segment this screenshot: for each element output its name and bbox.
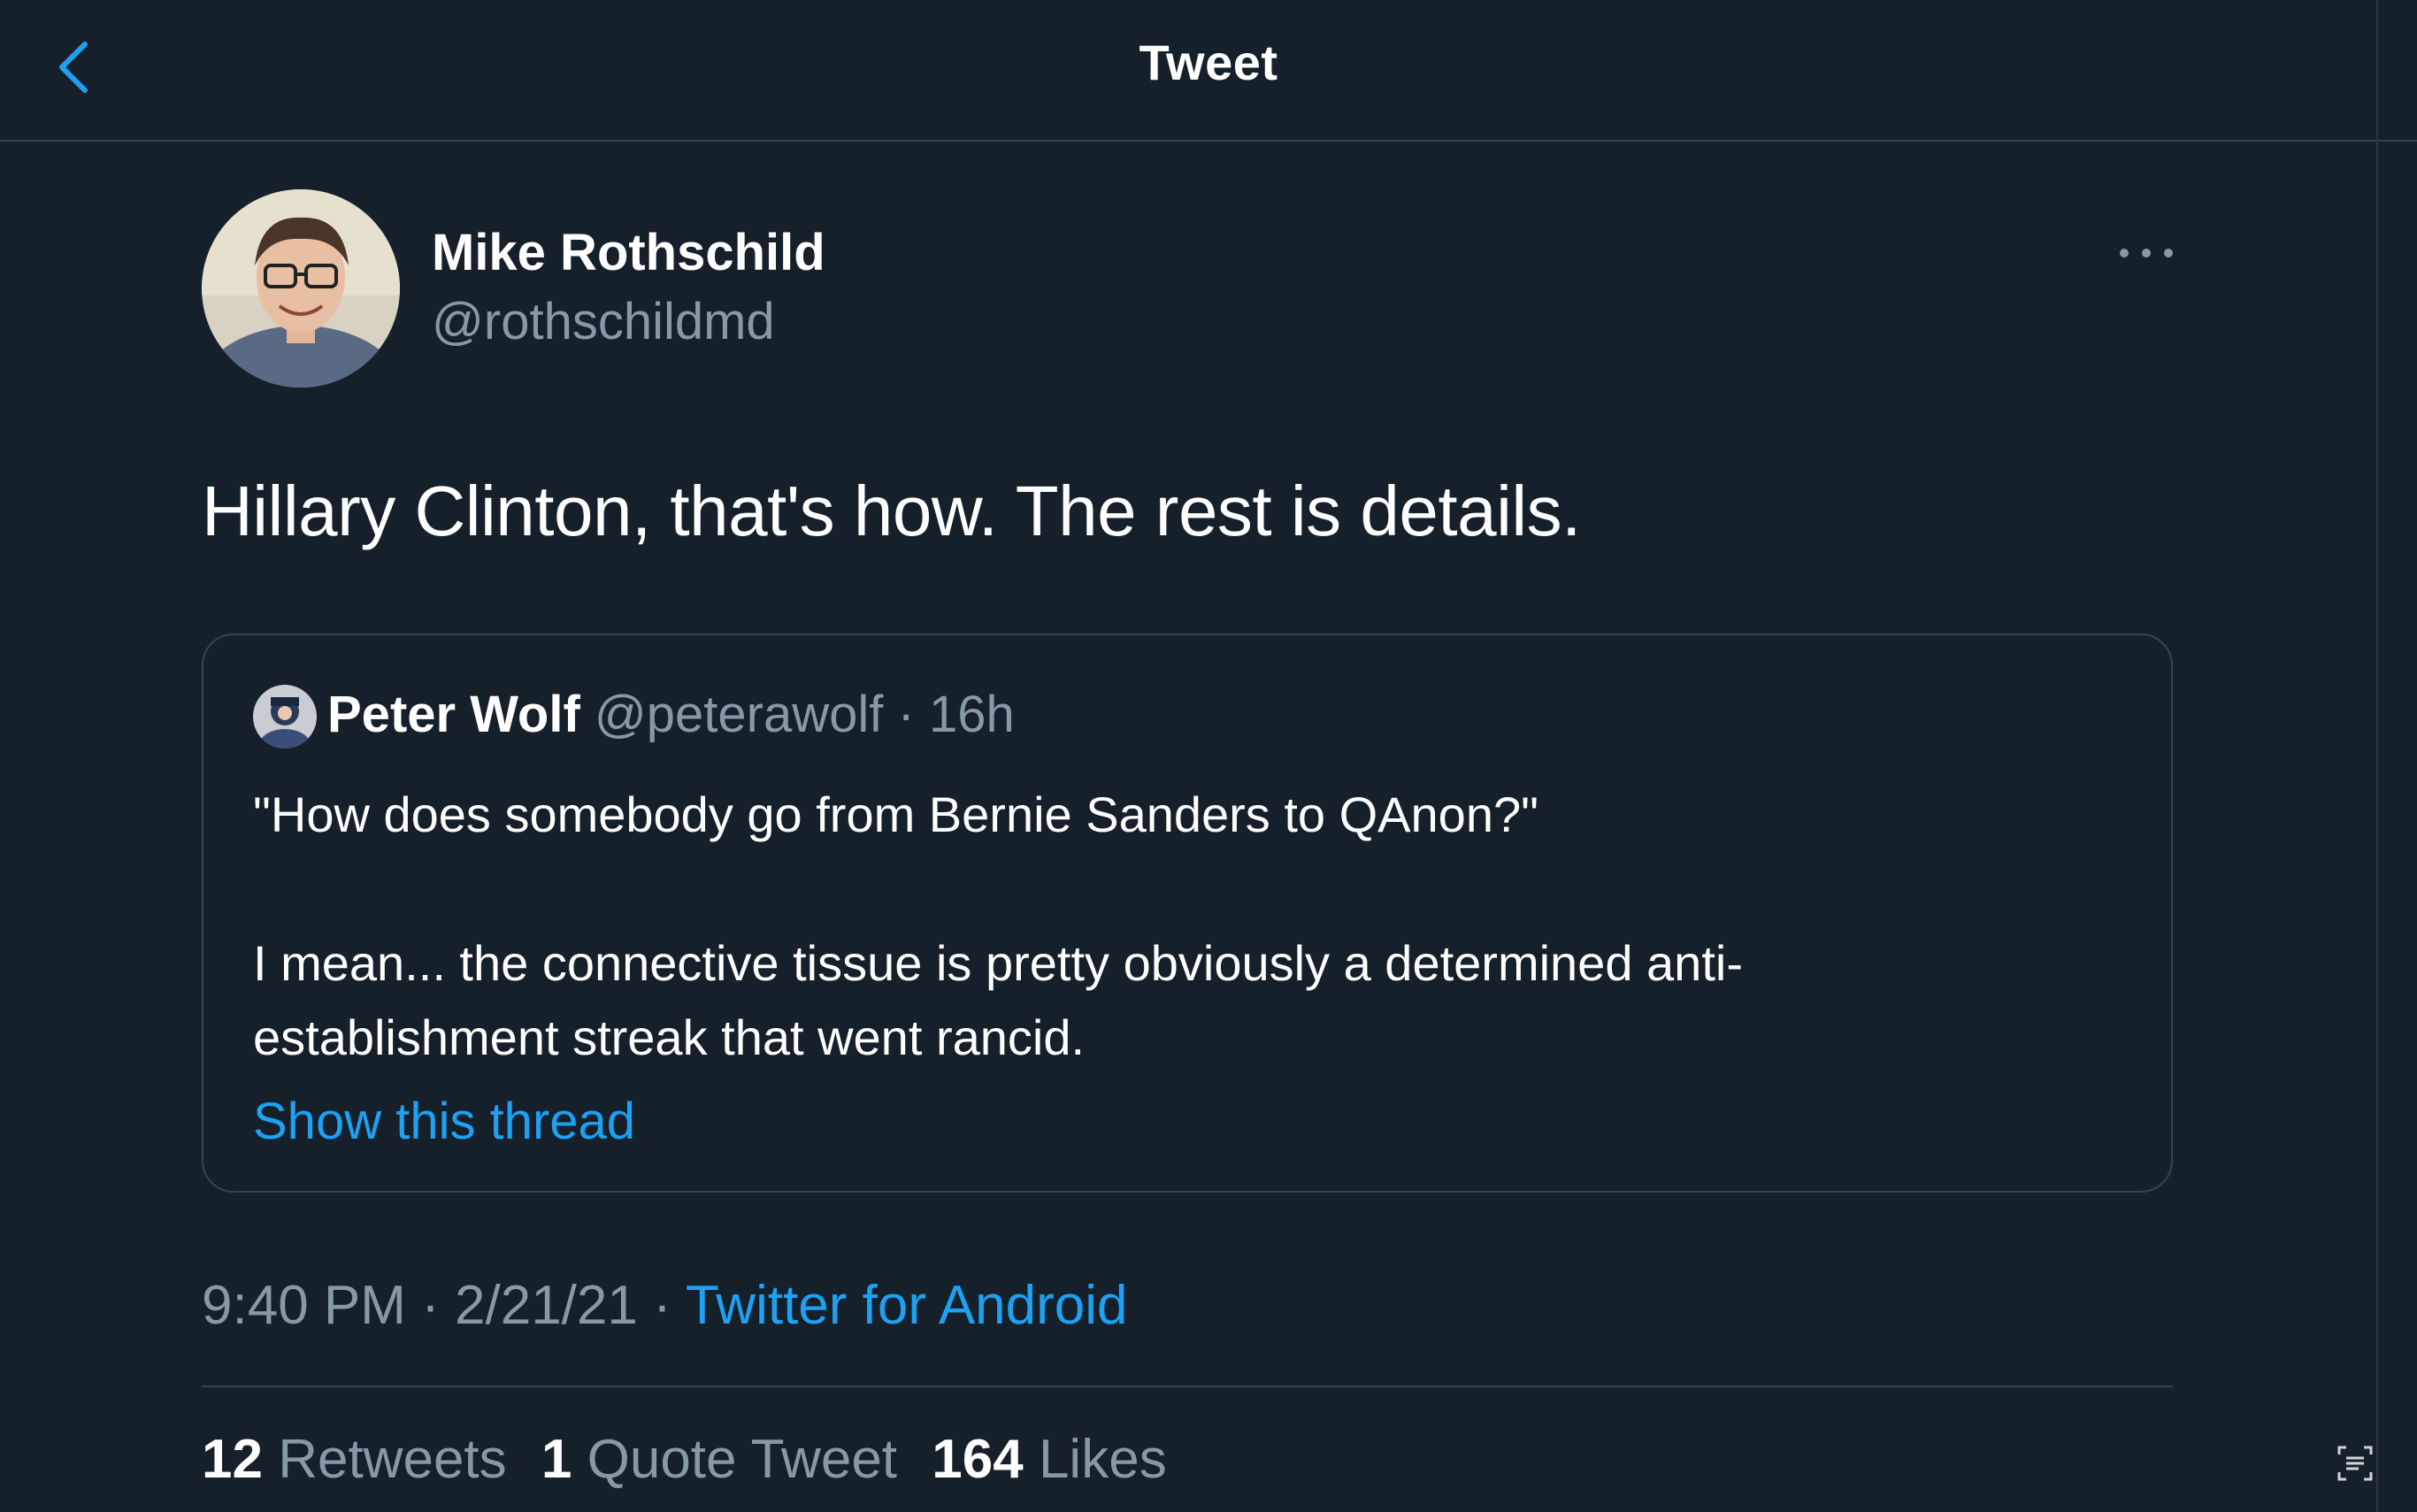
engagement-stats: 12 Retweets 1 Quote Tweet 164 Likes bbox=[202, 1428, 1186, 1491]
quote-tweets-stat[interactable]: 1 Quote Tweet bbox=[541, 1429, 897, 1490]
dot bbox=[2120, 249, 2129, 257]
quoted-tweet-card[interactable]: Peter Wolf @peterawolf · 16h "How does s… bbox=[202, 633, 2173, 1193]
scrollbar[interactable] bbox=[2376, 0, 2378, 1512]
author-handle[interactable]: @rothschildmd bbox=[432, 292, 775, 351]
quoted-author-name[interactable]: Peter Wolf bbox=[327, 686, 580, 743]
show-thread-link[interactable]: Show this thread bbox=[253, 1092, 635, 1151]
tweet-time: 9:40 PM bbox=[202, 1275, 406, 1336]
dot bbox=[2164, 249, 2173, 257]
separator-dot: · bbox=[405, 1275, 456, 1336]
quoted-author-handle[interactable]: @peterawolf bbox=[595, 686, 883, 743]
retweets-label: Retweets bbox=[278, 1429, 507, 1490]
retweets-count: 12 bbox=[202, 1429, 263, 1490]
retweets-stat[interactable]: 12 Retweets bbox=[202, 1429, 507, 1490]
likes-label: Likes bbox=[1038, 1429, 1167, 1490]
more-options-icon[interactable] bbox=[2120, 232, 2173, 274]
quote-tweets-label: Quote Tweet bbox=[587, 1429, 898, 1490]
separator-dot: · bbox=[637, 1275, 686, 1336]
tweet-date: 2/21/21 bbox=[455, 1275, 638, 1336]
quoted-text-line: "How does somebody go from Bernie Sander… bbox=[253, 787, 1538, 842]
author-avatar[interactable] bbox=[202, 189, 400, 388]
quoted-text-line: I mean... the connective tissue is prett… bbox=[253, 935, 1743, 991]
quoted-author-avatar[interactable] bbox=[253, 685, 317, 748]
quote-tweets-count: 1 bbox=[541, 1429, 572, 1490]
tweet-text: Hillary Clinton, that's how. The rest is… bbox=[202, 472, 1581, 550]
quoted-text-line: establishment streak that went rancid. bbox=[253, 1009, 1086, 1065]
source-link[interactable]: Twitter for Android bbox=[686, 1275, 1128, 1336]
author-name[interactable]: Mike Rothschild bbox=[432, 223, 825, 282]
tweet-metadata: 9:40 PM · 2/21/21 · Twitter for Android bbox=[202, 1274, 1128, 1337]
top-bar: Tweet bbox=[0, 0, 2417, 142]
likes-stat[interactable]: 164 Likes bbox=[932, 1429, 1166, 1490]
quoted-timestamp: 16h bbox=[928, 686, 1015, 743]
separator-dot: · bbox=[897, 686, 915, 743]
page-title: Tweet bbox=[1139, 35, 1278, 90]
divider bbox=[202, 1385, 2173, 1387]
quoted-header: Peter Wolf @peterawolf · 16h bbox=[327, 685, 1015, 744]
dot bbox=[2142, 249, 2151, 257]
likes-count: 164 bbox=[932, 1429, 1024, 1490]
reader-mode-icon[interactable] bbox=[2336, 1444, 2375, 1483]
